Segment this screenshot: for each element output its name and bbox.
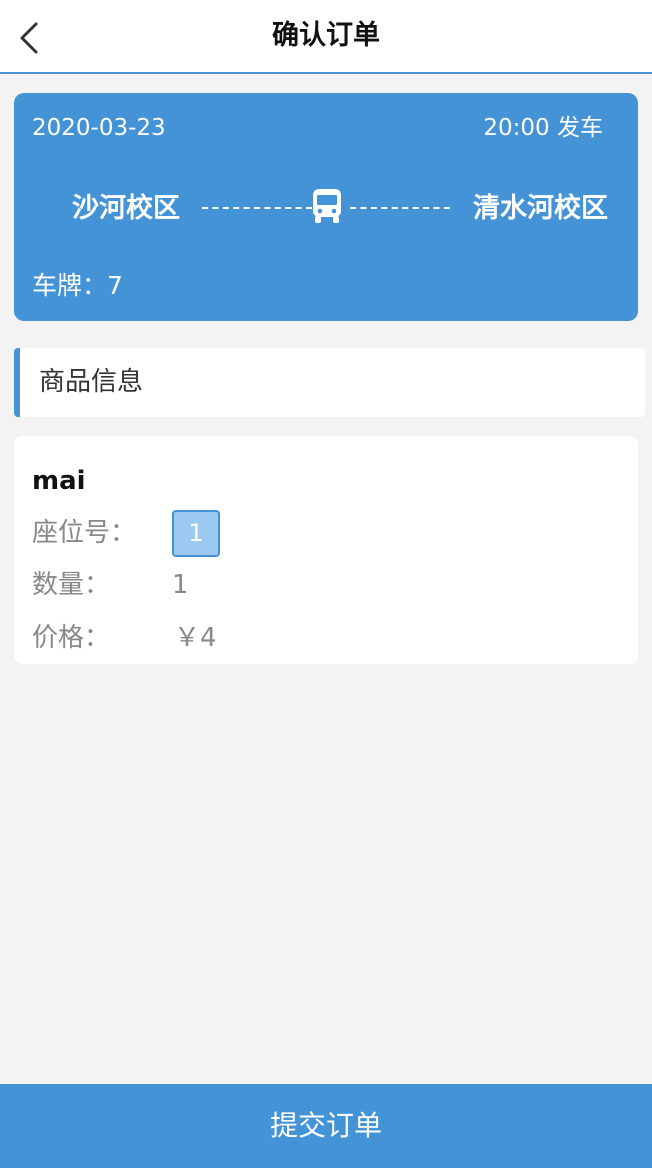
quantity-value: 1 xyxy=(172,570,189,600)
route-line-left xyxy=(202,207,312,209)
submit-order-button[interactable]: 提交订单 xyxy=(0,1084,652,1168)
plate-label: 车牌： xyxy=(32,271,108,300)
origin-campus: 沙河校区 xyxy=(72,193,180,224)
route-line-right xyxy=(350,207,450,209)
top-bar: 确认订单 xyxy=(0,0,652,74)
seat-number-badge: 1 xyxy=(172,510,220,557)
departure-time: 20:00 发车 xyxy=(483,115,603,141)
confirm-order-page: 确认订单 2020-03-23 20:00 发车 沙河校区 清水河校区 车牌：7… xyxy=(0,0,652,1168)
section-title: 商品信息 xyxy=(39,367,144,397)
goods-name: mai xyxy=(32,466,86,496)
destination-campus: 清水河校区 xyxy=(473,193,608,224)
section-header-goods: 商品信息 xyxy=(14,348,645,417)
page-title: 确认订单 xyxy=(272,20,380,51)
trip-card: 2020-03-23 20:00 发车 沙河校区 清水河校区 车牌：7 xyxy=(14,93,638,321)
trip-date: 2020-03-23 xyxy=(32,115,166,141)
plate-value: 7 xyxy=(107,271,123,300)
seat-label: 座位号： xyxy=(32,518,137,548)
bus-icon xyxy=(313,189,341,223)
quantity-label: 数量： xyxy=(32,570,111,600)
plate-number: 车牌：7 xyxy=(32,270,123,302)
goods-card: mai 座位号： 1 数量： 1 价格： ￥4 xyxy=(14,436,638,664)
price-label: 价格： xyxy=(32,623,111,653)
price-value: ￥4 xyxy=(174,623,217,653)
